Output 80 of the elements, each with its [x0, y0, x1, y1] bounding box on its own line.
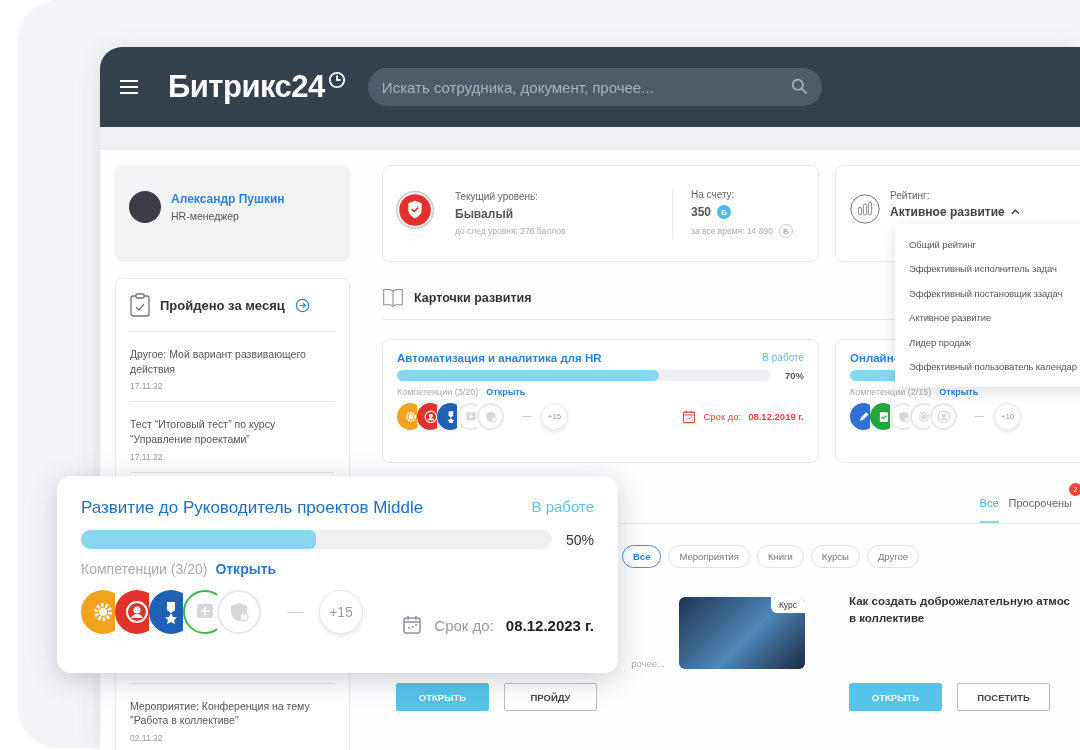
- due-date: 08.12.2019 г.: [748, 411, 804, 422]
- section-title: Пройдено за месяц: [160, 297, 285, 313]
- menu-item[interactable]: Активное развитие: [909, 305, 1080, 330]
- activity-title[interactable]: Другое: Мой вариант развивающего действия: [130, 347, 335, 377]
- due-label: Срок до:: [434, 616, 494, 634]
- due-label: Срок до:: [703, 411, 742, 422]
- filter-chip[interactable]: Все: [622, 545, 662, 568]
- menu-item[interactable]: Лидер продаж: [909, 330, 1080, 355]
- person-badge-icon[interactable]: [115, 590, 149, 634]
- clipboard-badge-icon[interactable]: [870, 403, 890, 430]
- item-description: рочее...: [631, 658, 665, 669]
- book-icon: [382, 287, 404, 309]
- search-field[interactable]: Искать сотрудника, документ, прочее...: [367, 68, 822, 106]
- status-label: В работе: [762, 352, 804, 364]
- gear-badge-icon[interactable]: [81, 590, 115, 634]
- activity-date: 17.11.22: [130, 381, 164, 392]
- arrow-right-icon[interactable]: [294, 297, 310, 313]
- activity-date: 17.11.22: [130, 451, 164, 462]
- menu-item[interactable]: Эффективный постановщик ззадач: [909, 281, 1080, 306]
- logo[interactable]: Битрикс24: [168, 69, 325, 105]
- activity-date: 02.11.22: [130, 733, 164, 744]
- calendar-icon: [402, 615, 423, 635]
- filter-chip[interactable]: Другое: [866, 545, 920, 568]
- clock-icon: [327, 71, 346, 89]
- item-title[interactable]: Как создать доброжелательную атмос в коллективе: [849, 593, 1070, 628]
- avatar-placeholder: [129, 190, 161, 223]
- plus-badge-icon[interactable]: [183, 590, 217, 634]
- rating-dropdown[interactable]: Активное развитие: [890, 205, 1020, 219]
- status-label: В работе: [531, 498, 594, 517]
- filter-chip[interactable]: Мероприятия: [668, 545, 750, 568]
- menu-item[interactable]: Эффективный пользователь календар: [909, 354, 1080, 379]
- level-note: до след уровня: 276 баллов: [455, 226, 567, 236]
- menu-item[interactable]: Эффективный исполнитель задач: [909, 256, 1080, 281]
- competencies-count: Компетенции (3/20): [397, 387, 479, 397]
- open-link[interactable]: Открыть: [486, 387, 526, 397]
- open-link[interactable]: Открыть: [939, 387, 979, 397]
- card-title[interactable]: Автоматизация и аналитика для HR: [397, 352, 602, 364]
- type-tag: Курс: [770, 597, 805, 613]
- balance-label: На счету:: [691, 189, 736, 200]
- search-icon[interactable]: [790, 78, 808, 95]
- calendar-icon: [682, 409, 697, 424]
- card-title[interactable]: Развитие до Руководитель проектов Middle: [81, 498, 424, 518]
- more-count[interactable]: +10: [994, 403, 1021, 430]
- progress-percent: 70%: [785, 370, 804, 381]
- bar-chart-icon: [850, 194, 880, 224]
- medal-badge-icon[interactable]: [437, 403, 457, 430]
- open-link[interactable]: Открыть: [215, 561, 277, 577]
- progress-percent: 50%: [565, 531, 594, 548]
- activity-title[interactable]: Тест “Итоговый тест” по курсу “Управление проектами”: [130, 417, 335, 447]
- level-label: Текущий уровень:: [455, 191, 540, 202]
- person-badge-icon[interactable]: [417, 403, 437, 430]
- competencies-count: Компетенции (3/20): [81, 561, 208, 577]
- tab[interactable]: Все: [979, 497, 999, 523]
- menu-item[interactable]: Общий рейтинг: [909, 232, 1080, 257]
- menu-icon[interactable]: [120, 80, 138, 94]
- filter-chip[interactable]: Курсы: [810, 545, 860, 568]
- user-role: HR-менеджер: [171, 209, 240, 222]
- shield-icon: [395, 189, 435, 230]
- points-coin: Б: [778, 224, 793, 238]
- action-button[interactable]: ПОСЕТИТЬ: [957, 683, 1050, 711]
- level-value: Бывалый: [455, 207, 514, 221]
- gear-badge-icon[interactable]: [397, 403, 417, 430]
- total-points: за все время: 14 890: [691, 226, 773, 236]
- more-count[interactable]: +15: [319, 590, 363, 634]
- filter-chip[interactable]: Книги: [757, 545, 804, 568]
- action-button[interactable]: ПРОЙДУ: [504, 683, 597, 711]
- pencil-badge-icon[interactable]: [850, 403, 870, 430]
- more-count[interactable]: +15: [541, 403, 568, 430]
- user-name[interactable]: Александр Пушкин: [171, 191, 285, 206]
- clipboard-icon: [130, 293, 150, 317]
- medal-badge-icon[interactable]: [149, 590, 183, 634]
- due-date: 08.12.2023 г.: [505, 616, 594, 634]
- chevron-icon: [1010, 209, 1020, 215]
- activity-title[interactable]: Мероприятие: Конференция на тему "Работа в коллективе": [130, 698, 335, 729]
- competencies-count: Компетенции (2/15): [850, 387, 932, 397]
- rating-label: Рейтинг:: [890, 190, 931, 201]
- card-title[interactable]: Онлайн-: [850, 352, 898, 364]
- points-coin: Б: [717, 205, 732, 219]
- section-title: Карточки развития: [414, 291, 532, 305]
- balance-value: 350: [691, 205, 712, 219]
